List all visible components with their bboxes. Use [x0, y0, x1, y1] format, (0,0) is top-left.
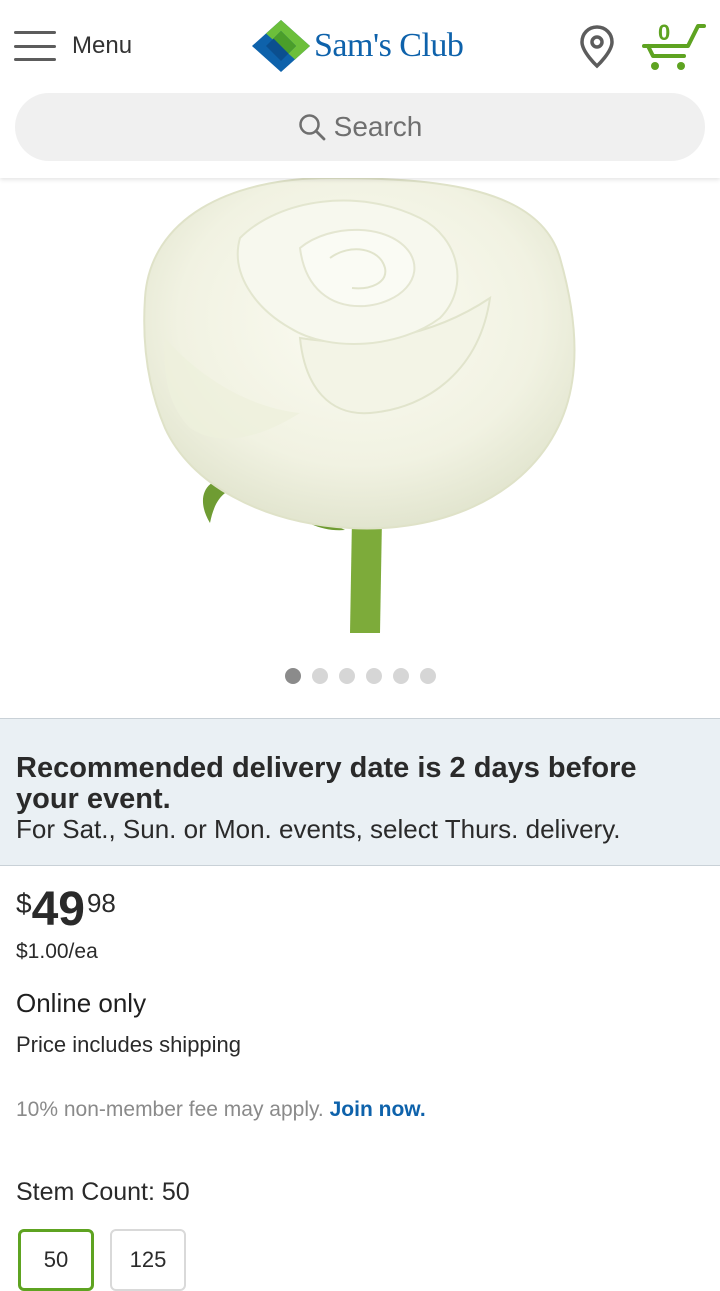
- brand-logo[interactable]: Sam's Club: [252, 20, 464, 72]
- stem-count-label: Stem Count: 50: [16, 1178, 190, 1206]
- carousel-dot[interactable]: [392, 668, 409, 684]
- location-pin-icon[interactable]: [578, 24, 616, 70]
- carousel-dots[interactable]: [0, 668, 720, 684]
- product-price: $ 49 98: [16, 886, 116, 934]
- white-rose-image: [0, 178, 720, 658]
- join-now-link[interactable]: Join now.: [330, 1098, 426, 1121]
- fee-text: 10% non-member fee may apply.: [16, 1098, 324, 1121]
- stem-option-125[interactable]: 125: [110, 1229, 186, 1291]
- search-placeholder: Search: [333, 111, 423, 142]
- unit-price: $1.00/ea: [16, 940, 98, 963]
- stem-option-50[interactable]: 50: [18, 1229, 94, 1291]
- search-bar[interactable]: Search: [15, 93, 705, 161]
- carousel-dot[interactable]: [311, 668, 328, 684]
- member-fee-note: 10% non-member fee may apply. Join now.: [16, 1098, 426, 1122]
- carousel-dot[interactable]: [419, 668, 436, 684]
- cart-icon[interactable]: [640, 22, 706, 72]
- notice-subtitle: For Sat., Sun. or Mon. events, select Th…: [16, 814, 621, 844]
- carousel-dot[interactable]: [338, 668, 355, 684]
- product-image[interactable]: [0, 178, 720, 658]
- menu-button[interactable]: Menu: [14, 26, 132, 66]
- availability-label: Online only: [16, 988, 147, 1018]
- price-cents: 98: [86, 888, 116, 918]
- hamburger-icon: [14, 30, 56, 62]
- notice-title: Recommended delivery date is 2 days befo…: [16, 752, 637, 815]
- price-currency: $: [16, 888, 32, 919]
- menu-label: Menu: [72, 32, 133, 59]
- price-dollars: 49: [31, 883, 85, 936]
- search-icon: [298, 114, 326, 141]
- cart-count: 0: [658, 20, 671, 45]
- delivery-notice: Recommended delivery date is 2 days befo…: [0, 718, 720, 866]
- carousel-dot[interactable]: [284, 668, 301, 684]
- shipping-note: Price includes shipping: [16, 1032, 242, 1057]
- brand-name: Sam's Club: [314, 27, 464, 64]
- sams-club-diamond-icon: [252, 20, 310, 72]
- app-header: Menu Sam's Club 0 Search: [0, 0, 720, 178]
- carousel-dot[interactable]: [365, 668, 382, 684]
